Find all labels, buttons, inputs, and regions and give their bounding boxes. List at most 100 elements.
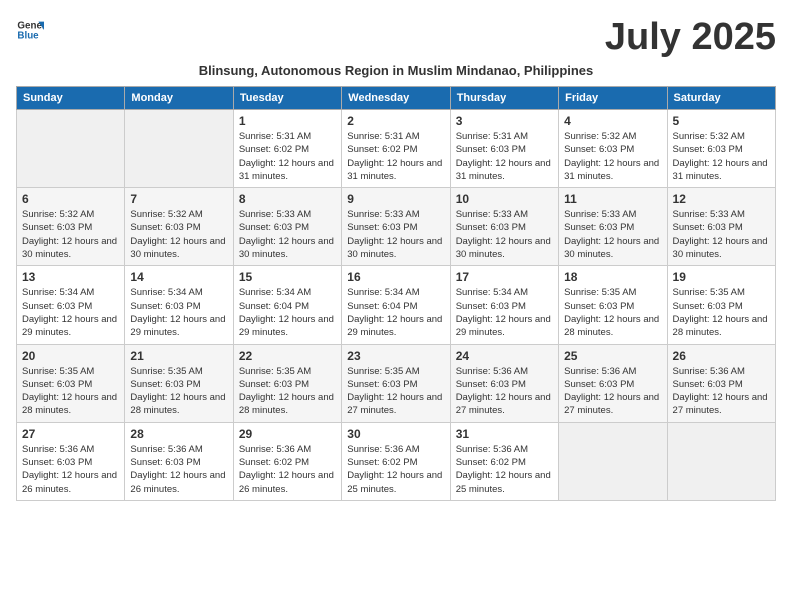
day-number: 13 — [22, 270, 119, 284]
day-number: 3 — [456, 114, 553, 128]
day-info: Sunrise: 5:36 AM Sunset: 6:02 PM Dayligh… — [239, 443, 336, 496]
day-info: Sunrise: 5:33 AM Sunset: 6:03 PM Dayligh… — [347, 208, 444, 261]
subtitle: Blinsung, Autonomous Region in Muslim Mi… — [16, 63, 776, 78]
day-number: 25 — [564, 349, 661, 363]
day-number: 7 — [130, 192, 227, 206]
calendar-cell: 4 Sunrise: 5:32 AM Sunset: 6:03 PM Daylig… — [559, 110, 667, 188]
day-info: Sunrise: 5:33 AM Sunset: 6:03 PM Dayligh… — [564, 208, 661, 261]
day-number: 12 — [673, 192, 770, 206]
day-info: Sunrise: 5:31 AM Sunset: 6:02 PM Dayligh… — [239, 130, 336, 183]
calendar-cell: 14Sunrise: 5:34 AM Sunset: 6:03 PM Dayli… — [125, 266, 233, 344]
day-info: Sunrise: 5:34 AM Sunset: 6:03 PM Dayligh… — [22, 286, 119, 339]
month-title: July 2025 — [605, 16, 776, 59]
calendar-cell: 22 Sunrise: 5:35 AM Sunset: 6:03 PM Dayli… — [233, 344, 341, 422]
day-number: 31 — [456, 427, 553, 441]
day-number: 27 — [22, 427, 119, 441]
calendar-cell: 5Sunrise: 5:32 AM Sunset: 6:03 PM Daylig… — [667, 110, 775, 188]
day-number: 14 — [130, 270, 227, 284]
day-number: 23 — [347, 349, 444, 363]
day-number: 10 — [456, 192, 553, 206]
weekday-header: Saturday — [667, 87, 775, 110]
day-number: 19 — [673, 270, 770, 284]
day-info: Sunrise: 5:32 AM Sunset: 6:03 PM Dayligh… — [22, 208, 119, 261]
calendar-cell — [667, 422, 775, 500]
calendar-cell — [125, 110, 233, 188]
calendar-cell: 21 Sunrise: 5:35 AM Sunset: 6:03 PM Dayli… — [125, 344, 233, 422]
day-info: Sunrise: 5:36 AM Sunset: 6:02 PM Dayligh… — [456, 443, 553, 496]
day-number: 4 — [564, 114, 661, 128]
day-info: Sunrise: 5:35 AM Sunset: 6:03 PM Dayligh… — [564, 286, 661, 339]
calendar-cell: 2 Sunrise: 5:31 AM Sunset: 6:02 PM Daylig… — [342, 110, 450, 188]
day-info: Sunrise: 5:36 AM Sunset: 6:03 PM Dayligh… — [456, 365, 553, 418]
weekday-header: Thursday — [450, 87, 558, 110]
day-number: 24 — [456, 349, 553, 363]
day-info: Sunrise: 5:36 AM Sunset: 6:03 PM Dayligh… — [130, 443, 227, 496]
day-number: 15 — [239, 270, 336, 284]
day-number: 26 — [673, 349, 770, 363]
calendar-cell: 9 Sunrise: 5:33 AM Sunset: 6:03 PM Daylig… — [342, 188, 450, 266]
day-info: Sunrise: 5:32 AM Sunset: 6:03 PM Dayligh… — [564, 130, 661, 183]
calendar-cell: 23 Sunrise: 5:35 AM Sunset: 6:03 PM Dayli… — [342, 344, 450, 422]
logo-icon: General Blue — [16, 16, 44, 44]
calendar-cell: 24 Sunrise: 5:36 AM Sunset: 6:03 PM Dayli… — [450, 344, 558, 422]
day-info: Sunrise: 5:36 AM Sunset: 6:03 PM Dayligh… — [564, 365, 661, 418]
day-info: Sunrise: 5:33 AM Sunset: 6:03 PM Dayligh… — [673, 208, 770, 261]
day-info: Sunrise: 5:35 AM Sunset: 6:03 PM Dayligh… — [130, 365, 227, 418]
weekday-header: Wednesday — [342, 87, 450, 110]
day-number: 17 — [456, 270, 553, 284]
calendar-cell: 31 Sunrise: 5:36 AM Sunset: 6:02 PM Dayli… — [450, 422, 558, 500]
day-number: 22 — [239, 349, 336, 363]
calendar-cell: 27 Sunrise: 5:36 AM Sunset: 6:03 PM Dayli… — [17, 422, 125, 500]
calendar-cell: 3 Sunrise: 5:31 AM Sunset: 6:03 PM Daylig… — [450, 110, 558, 188]
day-number: 21 — [130, 349, 227, 363]
calendar-table: SundayMondayTuesdayWednesdayThursdayFrid… — [16, 86, 776, 501]
weekday-header: Friday — [559, 87, 667, 110]
day-number: 20 — [22, 349, 119, 363]
header: General Blue July 2025 — [16, 16, 776, 59]
calendar-cell: 12 Sunrise: 5:33 AM Sunset: 6:03 PM Dayli… — [667, 188, 775, 266]
day-number: 2 — [347, 114, 444, 128]
day-info: Sunrise: 5:31 AM Sunset: 6:03 PM Dayligh… — [456, 130, 553, 183]
day-number: 30 — [347, 427, 444, 441]
calendar-cell: 29 Sunrise: 5:36 AM Sunset: 6:02 PM Dayli… — [233, 422, 341, 500]
calendar-cell: 18Sunrise: 5:35 AM Sunset: 6:03 PM Dayli… — [559, 266, 667, 344]
calendar-cell: 15 Sunrise: 5:34 AM Sunset: 6:04 PM Dayli… — [233, 266, 341, 344]
day-info: Sunrise: 5:31 AM Sunset: 6:02 PM Dayligh… — [347, 130, 444, 183]
calendar-cell: 6 Sunrise: 5:32 AM Sunset: 6:03 PM Daylig… — [17, 188, 125, 266]
calendar-cell: 1 Sunrise: 5:31 AM Sunset: 6:02 PM Daylig… — [233, 110, 341, 188]
calendar-cell: 17 Sunrise: 5:34 AM Sunset: 6:03 PM Dayli… — [450, 266, 558, 344]
day-info: Sunrise: 5:35 AM Sunset: 6:03 PM Dayligh… — [239, 365, 336, 418]
day-number: 6 — [22, 192, 119, 206]
calendar-cell: 28 Sunrise: 5:36 AM Sunset: 6:03 PM Dayli… — [125, 422, 233, 500]
day-info: Sunrise: 5:34 AM Sunset: 6:04 PM Dayligh… — [239, 286, 336, 339]
day-number: 9 — [347, 192, 444, 206]
day-info: Sunrise: 5:35 AM Sunset: 6:03 PM Dayligh… — [22, 365, 119, 418]
day-number: 28 — [130, 427, 227, 441]
calendar-cell: 13 Sunrise: 5:34 AM Sunset: 6:03 PM Dayli… — [17, 266, 125, 344]
day-info: Sunrise: 5:36 AM Sunset: 6:02 PM Dayligh… — [347, 443, 444, 496]
calendar-cell: 7Sunrise: 5:32 AM Sunset: 6:03 PM Daylig… — [125, 188, 233, 266]
calendar-cell: 19 Sunrise: 5:35 AM Sunset: 6:03 PM Dayli… — [667, 266, 775, 344]
calendar-cell: 20 Sunrise: 5:35 AM Sunset: 6:03 PM Dayli… — [17, 344, 125, 422]
day-info: Sunrise: 5:34 AM Sunset: 6:04 PM Dayligh… — [347, 286, 444, 339]
calendar-cell — [559, 422, 667, 500]
day-number: 16 — [347, 270, 444, 284]
calendar-cell: 30 Sunrise: 5:36 AM Sunset: 6:02 PM Dayli… — [342, 422, 450, 500]
calendar-cell — [17, 110, 125, 188]
day-info: Sunrise: 5:36 AM Sunset: 6:03 PM Dayligh… — [673, 365, 770, 418]
day-info: Sunrise: 5:33 AM Sunset: 6:03 PM Dayligh… — [456, 208, 553, 261]
day-number: 29 — [239, 427, 336, 441]
day-number: 1 — [239, 114, 336, 128]
weekday-header: Tuesday — [233, 87, 341, 110]
calendar-cell: 25 Sunrise: 5:36 AM Sunset: 6:03 PM Dayli… — [559, 344, 667, 422]
day-info: Sunrise: 5:34 AM Sunset: 6:03 PM Dayligh… — [456, 286, 553, 339]
calendar-cell: 11 Sunrise: 5:33 AM Sunset: 6:03 PM Dayli… — [559, 188, 667, 266]
day-info: Sunrise: 5:35 AM Sunset: 6:03 PM Dayligh… — [673, 286, 770, 339]
day-number: 11 — [564, 192, 661, 206]
calendar-cell: 16 Sunrise: 5:34 AM Sunset: 6:04 PM Dayli… — [342, 266, 450, 344]
day-info: Sunrise: 5:35 AM Sunset: 6:03 PM Dayligh… — [347, 365, 444, 418]
day-info: Sunrise: 5:36 AM Sunset: 6:03 PM Dayligh… — [22, 443, 119, 496]
svg-text:Blue: Blue — [17, 30, 39, 41]
logo: General Blue — [16, 16, 44, 44]
day-info: Sunrise: 5:32 AM Sunset: 6:03 PM Dayligh… — [673, 130, 770, 183]
